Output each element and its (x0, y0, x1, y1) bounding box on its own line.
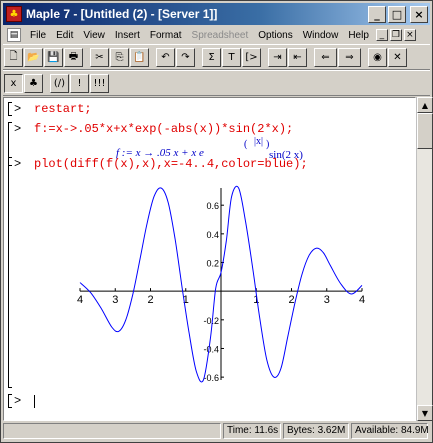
print-icon[interactable]: 🖶 (64, 47, 83, 67)
maximize-button[interactable]: □ (388, 5, 406, 23)
close-button[interactable]: × (410, 5, 428, 23)
menu-format[interactable]: Format (145, 30, 187, 41)
save-icon[interactable]: 💾 (44, 47, 63, 67)
execution-group-bracket[interactable] (8, 394, 12, 408)
title-bar[interactable]: ♣ Maple 7 - [Untitled (2) - [Server 1]] … (3, 3, 430, 25)
forward-icon[interactable]: ⇒ (338, 47, 361, 67)
execute-icon[interactable]: (/) (50, 73, 69, 93)
input-prompt: > (14, 157, 22, 171)
formula-paren-open: ( (244, 139, 248, 150)
doc-close-button[interactable]: × (403, 29, 416, 41)
paste-icon[interactable]: 📋 (130, 47, 149, 67)
menu-help[interactable]: Help (343, 30, 374, 41)
undo-icon[interactable]: ↶ (156, 47, 175, 67)
input-line[interactable]: restart; (34, 102, 92, 116)
y-tick-label: 0.4 (206, 230, 219, 240)
x-tick-label: 2 (147, 294, 153, 306)
status-bytes: Bytes: 3.62M (283, 423, 349, 439)
doc-restore-button[interactable]: ❐ (389, 29, 402, 41)
scroll-down-icon[interactable]: ▼ (417, 405, 433, 421)
restart-icon[interactable]: ✕ (388, 47, 407, 67)
back-icon[interactable]: ⇐ (314, 47, 337, 67)
expand-section-icon[interactable]: ⇥ (268, 47, 287, 67)
input-prompt: > (14, 394, 22, 408)
worksheet-area[interactable]: > restart; > f:=x->.05*x+x*exp(-abs(x))*… (3, 97, 416, 421)
menu-spreadsheet[interactable]: Spreadsheet (187, 30, 254, 41)
menu-file[interactable]: File (25, 30, 51, 41)
stop-icon[interactable]: ◉ (368, 47, 387, 67)
new-document-icon[interactable]: 🗋 (4, 47, 23, 67)
vertical-scrollbar[interactable]: ▲ ▼ (416, 97, 433, 421)
execution-group-bracket[interactable] (8, 157, 12, 388)
x-tick-label: 3 (324, 294, 330, 306)
copy-icon[interactable]: ⎘ (110, 47, 129, 67)
input-line[interactable]: plot(diff(f(x),x),x=-4..4,color=blue); (34, 157, 308, 171)
menu-view[interactable]: View (78, 30, 110, 41)
status-time: Time: 11.6s (223, 423, 281, 439)
input-prompt: > (14, 122, 22, 136)
text-cursor (34, 395, 35, 408)
input-line[interactable]: f:=x->.05*x+x*exp(-abs(x))*sin(2*x); (34, 122, 293, 136)
y-tick-label: 0.6 (206, 201, 219, 211)
execute-worksheet-icon[interactable]: !!! (90, 73, 109, 93)
status-message (3, 423, 221, 439)
maple-leaf-icon[interactable]: ♣ (6, 6, 22, 22)
context-toolbar: x ♣ (/) ! !!! (3, 70, 430, 96)
minimize-button[interactable]: _ (368, 5, 386, 23)
input-prompt: > (14, 102, 22, 116)
y-tick-label: -0.2 (203, 316, 219, 326)
status-available: Available: 84.9M (351, 423, 429, 439)
menu-bar: ▤ File Edit View Insert Format Spreadshe… (3, 26, 430, 44)
y-tick-label: 0.2 (206, 259, 219, 269)
text-input-icon[interactable]: T (222, 47, 241, 67)
symbolic-icon[interactable]: x (4, 73, 23, 93)
cut-icon[interactable]: ✂ (90, 47, 109, 67)
doc-minimize-button[interactable]: _ (375, 29, 388, 41)
menu-edit[interactable]: Edit (51, 30, 78, 41)
execute-selection-icon[interactable]: ! (70, 73, 89, 93)
derivative-plot[interactable]: 4 3 2 1 1 2 3 40.60.40.2-0.2-0.4-0.6 (76, 184, 366, 384)
math-input-icon[interactable]: Σ (202, 47, 221, 67)
x-tick-label: 4 (77, 294, 83, 306)
maple-leaf-toggle-icon[interactable]: ♣ (24, 73, 43, 93)
menu-window[interactable]: Window (298, 30, 344, 41)
x-tick-label: 3 (112, 294, 118, 306)
execution-group-icon[interactable]: [> (242, 47, 261, 67)
y-tick-label: -0.6 (203, 373, 219, 383)
menu-insert[interactable]: Insert (110, 30, 145, 41)
execution-group-bracket[interactable] (8, 102, 12, 116)
menu-options[interactable]: Options (253, 30, 297, 41)
redo-icon[interactable]: ↷ (176, 47, 195, 67)
y-tick-label: -0.4 (203, 344, 219, 354)
status-bar: Time: 11.6s Bytes: 3.62M Available: 84.9… (3, 423, 430, 441)
collapse-section-icon[interactable]: ⇤ (288, 47, 307, 67)
open-folder-icon[interactable]: 📂 (24, 47, 43, 67)
x-tick-label: 2 (288, 294, 294, 306)
scroll-thumb[interactable] (417, 113, 433, 149)
formula-abs: |x| (254, 136, 264, 147)
document-menu-icon[interactable]: ▤ (7, 28, 21, 42)
scroll-up-icon[interactable]: ▲ (417, 97, 433, 113)
x-tick-label: 4 (359, 294, 365, 306)
maple-window: ♣ Maple 7 - [Untitled (2) - [Server 1]] … (0, 0, 433, 443)
window-title: Maple 7 - [Untitled (2) - [Server 1]] (26, 7, 218, 21)
main-toolbar: 🗋 📂 💾 🖶 ✂ ⎘ 📋 ↶ ↷ Σ T [> ⇥ ⇤ ⇐ ⇒ ◉ ✕ (3, 44, 430, 70)
